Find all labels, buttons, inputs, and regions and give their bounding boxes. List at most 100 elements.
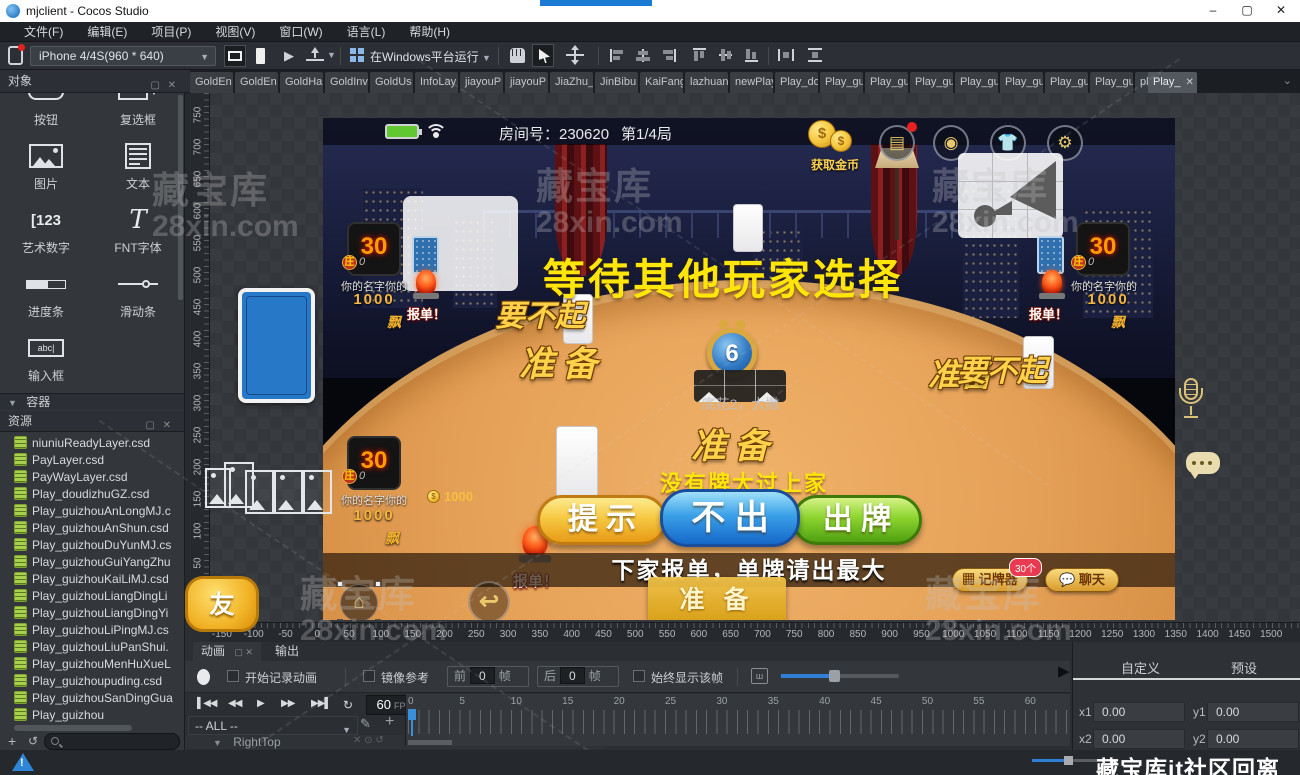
object-checkbox[interactable]: ▼ 复选框 [92, 93, 184, 137]
placeholder-card[interactable] [556, 426, 598, 498]
record-keyframe-icon[interactable] [197, 669, 210, 685]
resource-file-row[interactable]: Play_guizhoupuding.csd [0, 672, 178, 689]
menu-item[interactable]: 编辑(E) [87, 22, 127, 42]
microphone-icon[interactable] [1178, 378, 1204, 422]
menu-item[interactable]: 文件(F) [24, 22, 63, 42]
card-back-asset[interactable] [238, 288, 315, 403]
back-button[interactable]: ↩ [468, 581, 510, 620]
resource-file-row[interactable]: Play_guizhouAnShun.csd [0, 519, 178, 536]
container-section[interactable]: ▼ 容器 [0, 393, 185, 410]
selected-sprite-panel[interactable] [958, 153, 1063, 238]
prev-frame-icon[interactable]: ◀◀ [228, 698, 241, 709]
document-tab[interactable]: Play_gu [910, 72, 953, 93]
warning-icon[interactable]: ! [12, 753, 34, 771]
x2-input[interactable]: 0.00 [1093, 729, 1185, 749]
document-tab[interactable]: GoldInv [325, 72, 368, 93]
document-tab[interactable]: Play_gu [955, 72, 998, 93]
file-list-scrollbar[interactable] [14, 725, 132, 731]
panel-expand-icon[interactable]: ▶ [1058, 662, 1070, 680]
resource-file-row[interactable]: Play_guizhouDuYunMJ.cs [0, 536, 178, 553]
y2-input[interactable]: 0.00 [1207, 729, 1299, 749]
player-avatar[interactable]: 30 庄0 [347, 222, 401, 276]
menu-item[interactable]: 项目(P) [151, 22, 191, 42]
align-center-icon[interactable] [636, 49, 650, 62]
resource-search-input[interactable] [44, 733, 180, 750]
refresh-resources-button[interactable]: ↺ [28, 734, 38, 748]
restore-button[interactable]: ▢ [1230, 0, 1264, 22]
object-art-number[interactable]: [123 艺术数字 [0, 201, 92, 265]
always-show-frame-checkbox[interactable] [633, 670, 645, 682]
image-placeholder[interactable] [274, 470, 303, 514]
tab-close-icon[interactable]: ✕ [1186, 77, 1194, 88]
resource-file-row[interactable]: Play_guizhouLiangDingYi [0, 604, 178, 621]
publish-icon[interactable] [306, 47, 324, 63]
tab-animation[interactable]: 动画 ▢ ✕ [193, 642, 261, 661]
resource-file-row[interactable]: Play_guizhouLiPingMJ.cs [0, 621, 178, 638]
align-bottom-icon[interactable] [745, 48, 758, 62]
skip-end-icon[interactable]: ▶▶▌ [311, 698, 330, 709]
align-right-icon[interactable] [662, 49, 676, 62]
player-avatar[interactable]: 30 庄0 [1076, 222, 1130, 276]
resource-file-row[interactable]: Play_doudizhuGZ.csd [0, 485, 178, 502]
record-animation-checkbox[interactable] [227, 670, 239, 682]
resource-file-row[interactable]: Play_guizhouKaiLiMJ.csd [0, 570, 178, 587]
menu-item[interactable]: 窗口(W) [279, 22, 322, 42]
tab-output[interactable]: 输出 [267, 642, 307, 661]
document-tab[interactable]: Play_do [775, 72, 818, 93]
select-tool-button[interactable] [532, 44, 554, 67]
document-tab[interactable]: Play_gu [865, 72, 908, 93]
resource-file-row[interactable]: Play_guizhouSanDingGua [0, 689, 178, 706]
image-placeholder[interactable] [303, 470, 332, 514]
float-panel-icon[interactable]: ▢ ✕ [234, 647, 253, 657]
get-coins-button[interactable]: 获取金币 [803, 156, 867, 173]
edit-animation-icon[interactable]: ✎ [360, 716, 371, 732]
minimize-button[interactable]: – [1196, 0, 1230, 22]
play-cards-button[interactable]: 出 牌 [792, 495, 922, 545]
onion-skin-icon[interactable]: ш [751, 668, 768, 684]
distribute-vertical-icon[interactable] [808, 48, 822, 62]
document-tab[interactable]: GoldEn [190, 72, 233, 93]
gold-coins-icon[interactable]: $ $ [808, 120, 862, 156]
document-tab[interactable]: Play_gu [820, 72, 863, 93]
pass-button[interactable]: 不 出 [660, 489, 800, 547]
chat-button[interactable]: 💬 聊天 [1045, 568, 1119, 592]
tab-custom[interactable]: 自定义 [1121, 658, 1160, 677]
align-left-icon[interactable] [610, 49, 624, 62]
play-anim-icon[interactable]: ▶ [257, 698, 264, 709]
resource-file-row[interactable]: Play_guizhouAnLongMJ.c [0, 502, 178, 519]
resource-file-row[interactable]: niuniuReadyLayer.csd [0, 434, 178, 451]
resource-file-row[interactable]: Play_guizhouLiuPanShui. [0, 638, 178, 655]
menu-item[interactable]: 帮助(H) [409, 22, 450, 42]
resource-file-row[interactable]: Play_guizhouGuiYangZhu [0, 553, 178, 570]
close-button[interactable]: ✕ [1264, 0, 1298, 22]
skip-start-icon[interactable]: ▌◀◀ [197, 698, 216, 709]
document-tab[interactable]: GoldUs [370, 72, 413, 93]
resource-file-row[interactable]: Play_guizhouMenHuXueL [0, 655, 178, 672]
animation-filter-dropdown[interactable]: -- ALL -- ▼ [188, 716, 358, 735]
hint-button[interactable]: 提 示 [537, 495, 667, 545]
resource-file-row[interactable]: PayWayLayer.csd [0, 468, 178, 485]
hand-tool-icon[interactable] [510, 48, 525, 63]
align-middle-icon[interactable] [719, 48, 732, 62]
image-placeholder[interactable] [245, 470, 274, 514]
menu-item[interactable]: 视图(V) [215, 22, 255, 42]
run-target-dropdown[interactable]: 在Windows平台运行 ▼ [370, 48, 491, 65]
document-tab[interactable]: Play_gu [1090, 72, 1133, 93]
close-panel-icon[interactable]: ✕ [163, 415, 171, 436]
align-top-icon[interactable] [693, 48, 706, 62]
object-input-field[interactable]: abc| 输入框 [0, 329, 92, 393]
object-button[interactable]: 按钮 [0, 93, 92, 137]
next-frame-icon[interactable]: ▶▶ [281, 698, 294, 709]
landscape-mode-button[interactable] [224, 45, 246, 67]
object-text[interactable]: 文本 [92, 137, 184, 201]
mirror-reference-checkbox[interactable] [363, 670, 375, 682]
device-preset-dropdown[interactable]: iPhone 4/4S(960 * 640) ▼ [30, 46, 216, 66]
resource-file-row[interactable]: Play_guizhouLiangDingLi [0, 587, 178, 604]
document-tab[interactable]: GoldHa [280, 72, 323, 93]
object-slider[interactable]: 滑动条 [92, 265, 184, 329]
ready-banner[interactable]: 准 备 [648, 577, 786, 620]
object-progress-bar[interactable]: 进度条 [0, 265, 92, 329]
timeline[interactable]: 051015202530354045505560 [405, 694, 1070, 746]
play-button[interactable]: ▶ [284, 48, 294, 64]
publish-caret-icon[interactable]: ▼ [327, 50, 336, 60]
